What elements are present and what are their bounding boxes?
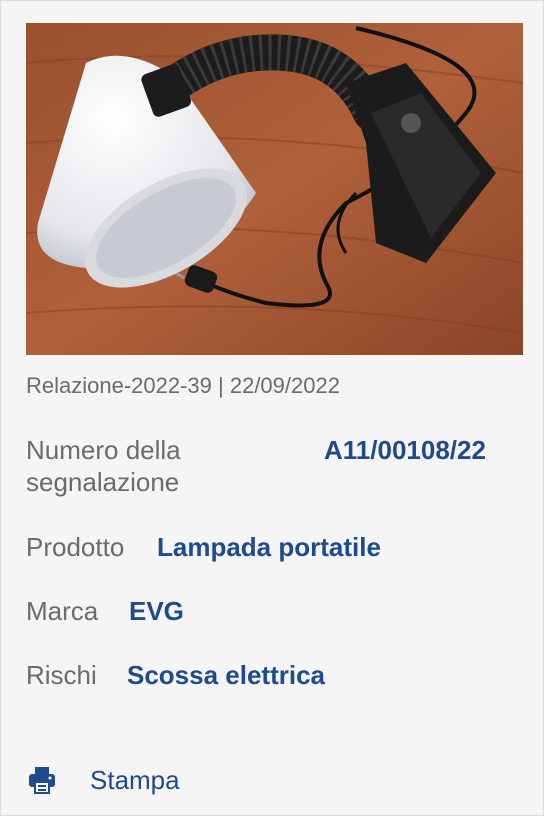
field-value-rischi: Scossa elettrica: [127, 660, 326, 690]
print-label[interactable]: Stampa: [90, 765, 180, 796]
field-label-marca: Marca: [26, 596, 99, 626]
printer-icon: [29, 767, 55, 794]
field-value-marca: EVG: [129, 596, 184, 626]
product-photo: [26, 23, 523, 355]
field-value-prodotto: Lampada portatile: [157, 532, 381, 562]
field-label-prodotto: Prodotto: [26, 532, 125, 562]
field-label-rischi: Rischi: [26, 660, 97, 690]
field-label-numero: Numero della segnalazione: [26, 435, 181, 497]
product-alert-card: Relazione-2022-39 | 22/09/2022 Numero de…: [0, 0, 544, 816]
print-button[interactable]: Stampa: [26, 761, 180, 799]
report-reference: Relazione-2022-39 | 22/09/2022: [26, 373, 340, 398]
field-value-numero: A11/00108/22: [324, 435, 486, 465]
